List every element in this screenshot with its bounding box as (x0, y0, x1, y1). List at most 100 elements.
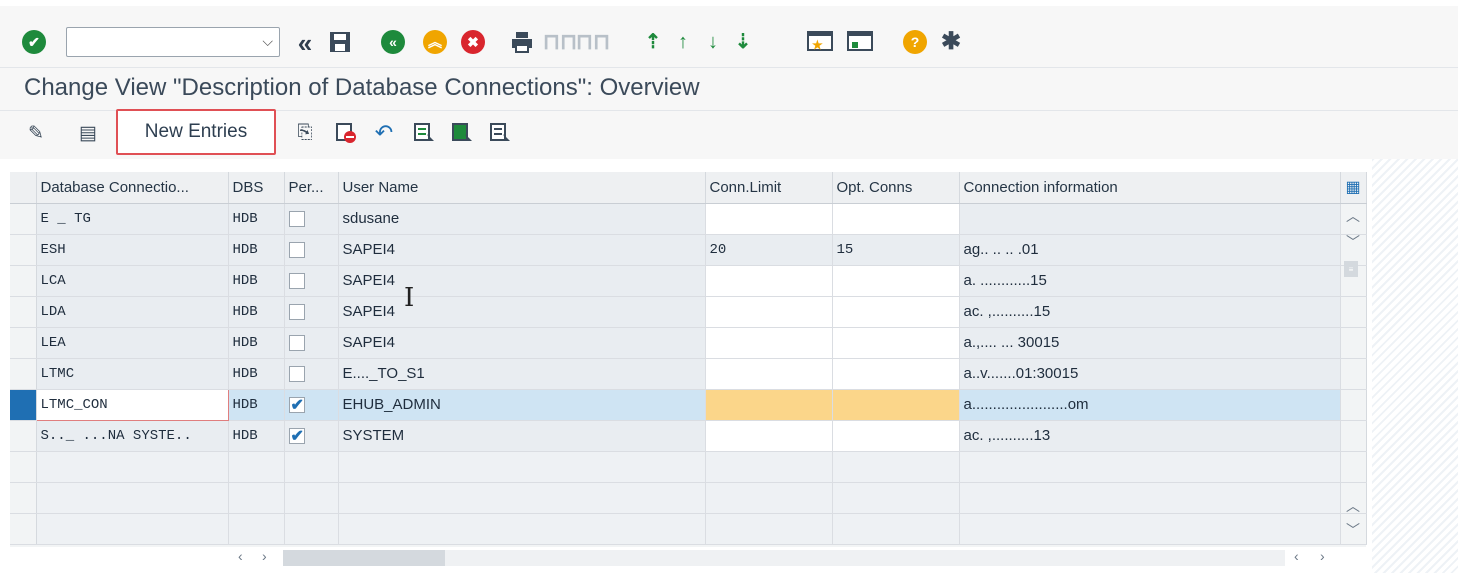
undo-icon[interactable]: ↶ (372, 120, 396, 145)
select-all-rows-cell[interactable] (10, 172, 37, 204)
empty-cell[interactable] (284, 482, 339, 514)
cell-conn-limit[interactable]: 20 (705, 234, 833, 266)
row-selector[interactable] (10, 358, 37, 390)
cell-permanent[interactable] (284, 389, 339, 421)
cell-opt-conns[interactable] (832, 203, 960, 235)
cell-permanent[interactable] (284, 203, 339, 235)
scroll-thumb[interactable]: ≡ (1344, 261, 1358, 277)
row-selector[interactable] (10, 265, 37, 297)
first-page-icon[interactable]: ⇡ (641, 29, 665, 55)
col-header-conn-limit[interactable]: Conn.Limit (705, 172, 833, 204)
empty-cell[interactable] (338, 451, 706, 483)
empty-cell[interactable] (338, 482, 706, 514)
cell-opt-conns[interactable] (832, 265, 960, 297)
empty-cell[interactable] (36, 451, 229, 483)
empty-cell[interactable] (959, 482, 1341, 514)
row-selector[interactable] (10, 513, 37, 545)
empty-cell[interactable] (228, 513, 285, 545)
cell-connection-info[interactable]: ag.. .. .. .01 (959, 234, 1341, 266)
empty-cell[interactable] (959, 513, 1341, 545)
cell-permanent[interactable] (284, 420, 339, 452)
select-block-icon[interactable] (450, 121, 474, 145)
cell-user[interactable]: SYSTEM (338, 420, 706, 452)
empty-cell[interactable] (832, 513, 960, 545)
empty-row[interactable] (10, 482, 1367, 514)
select-all-icon[interactable] (412, 121, 436, 145)
cell-user[interactable]: SAPEI4 (338, 296, 706, 328)
empty-cell[interactable] (705, 513, 833, 545)
cell-opt-conns[interactable] (832, 420, 960, 452)
col-header-user[interactable]: User Name (338, 172, 706, 204)
permanent-checkbox[interactable] (288, 273, 305, 290)
exit-icon[interactable]: ︽ (423, 30, 447, 54)
cell-connection-info[interactable]: ac. ,..........15 (959, 296, 1341, 328)
cell-conn-limit[interactable] (705, 265, 833, 297)
cell-user[interactable]: E...._TO_S1 (338, 358, 706, 390)
table-settings-icon[interactable]: ▦ (1340, 172, 1367, 204)
cell-conn-limit[interactable] (705, 420, 833, 452)
cell-connection-info[interactable]: a.,.... ... 30015 (959, 327, 1341, 359)
cell-permanent[interactable] (284, 327, 339, 359)
row-selector[interactable] (10, 482, 37, 514)
row-selector-active[interactable] (10, 389, 37, 421)
back-green-icon[interactable]: « (381, 30, 405, 54)
display-change-icon[interactable]: ✎ (24, 121, 48, 145)
deselect-all-icon[interactable] (488, 121, 512, 145)
row-selector[interactable] (10, 234, 37, 266)
settings-icon[interactable]: ✱ (938, 29, 964, 55)
cell-opt-conns[interactable] (832, 389, 960, 421)
cell-opt-conns[interactable] (832, 327, 960, 359)
cell-opt-conns[interactable] (832, 358, 960, 390)
col-header-permanent[interactable]: Per... (284, 172, 339, 204)
empty-cell[interactable] (832, 482, 960, 514)
row-selector[interactable] (10, 451, 37, 483)
permanent-checkbox[interactable] (288, 304, 305, 321)
cell-permanent[interactable] (284, 234, 339, 266)
new-entries-button[interactable]: New Entries (116, 109, 276, 155)
row-selector[interactable] (10, 327, 37, 359)
permanent-checkbox[interactable] (288, 335, 305, 352)
permanent-checkbox-checked[interactable] (288, 426, 305, 446)
cell-opt-conns[interactable] (832, 296, 960, 328)
permanent-checkbox[interactable] (288, 366, 305, 383)
cell-opt-conns[interactable]: 15 (832, 234, 960, 266)
row-selector[interactable] (10, 420, 37, 452)
enter-icon[interactable]: ✔ (22, 30, 46, 54)
command-field[interactable]: ⌵ (66, 27, 280, 57)
find-next-icon[interactable]: ⊓⊓ (576, 29, 610, 55)
table-row[interactable]: S.._ ...NA SYSTE.. HDB SYSTEM ac. ,.....… (10, 420, 1367, 452)
horizontal-scroll-track[interactable] (445, 550, 1285, 566)
shortcut-icon[interactable] (846, 29, 874, 55)
empty-cell[interactable] (284, 513, 339, 545)
table-row[interactable]: LCA HDB SAPEI4 a. ............15 (10, 265, 1367, 297)
cell-conn-limit[interactable] (705, 327, 833, 359)
save-icon[interactable] (327, 29, 353, 55)
cell-user[interactable]: SAPEI4 (338, 327, 706, 359)
col-header-dbs[interactable]: DBS (228, 172, 285, 204)
details-icon[interactable]: ▤ (76, 121, 100, 145)
horizontal-scroll-thumb[interactable] (283, 550, 445, 566)
cell-user[interactable]: EHUB_ADMIN (338, 389, 706, 421)
table-row[interactable]: ESH HDB SAPEI4 20 15 ag.. .. .. .01 (10, 234, 1367, 266)
previous-page-icon[interactable]: ↑ (671, 29, 695, 55)
scroll-up-icon[interactable]: ︿ (1341, 206, 1365, 226)
scroll-down-icon[interactable]: ﹀ (1341, 232, 1365, 252)
empty-row[interactable] (10, 513, 1367, 545)
row-selector[interactable] (10, 203, 37, 235)
cell-user[interactable]: SAPEI4 (338, 265, 706, 297)
cell-conn-limit[interactable] (705, 203, 833, 235)
cell-permanent[interactable] (284, 296, 339, 328)
cell-conn-limit[interactable] (705, 358, 833, 390)
permanent-checkbox[interactable] (288, 211, 305, 228)
page-up-icon[interactable]: ︿ (1341, 496, 1365, 516)
last-page-icon[interactable]: ⇣ (731, 29, 755, 55)
table-row[interactable]: LDA HDB SAPEI4 ac. ,..........15 (10, 296, 1367, 328)
empty-cell[interactable] (36, 482, 229, 514)
scroll-left-icon[interactable]: ‹ (1294, 548, 1299, 570)
scroll-left-icon[interactable]: ‹ (238, 548, 243, 570)
cancel-icon[interactable]: ✖ (461, 30, 485, 54)
permanent-checkbox-checked[interactable] (288, 395, 305, 415)
cell-user[interactable]: SAPEI4 (338, 234, 706, 266)
find-icon[interactable]: ⊓⊓ (543, 29, 577, 55)
empty-row[interactable] (10, 451, 1367, 483)
